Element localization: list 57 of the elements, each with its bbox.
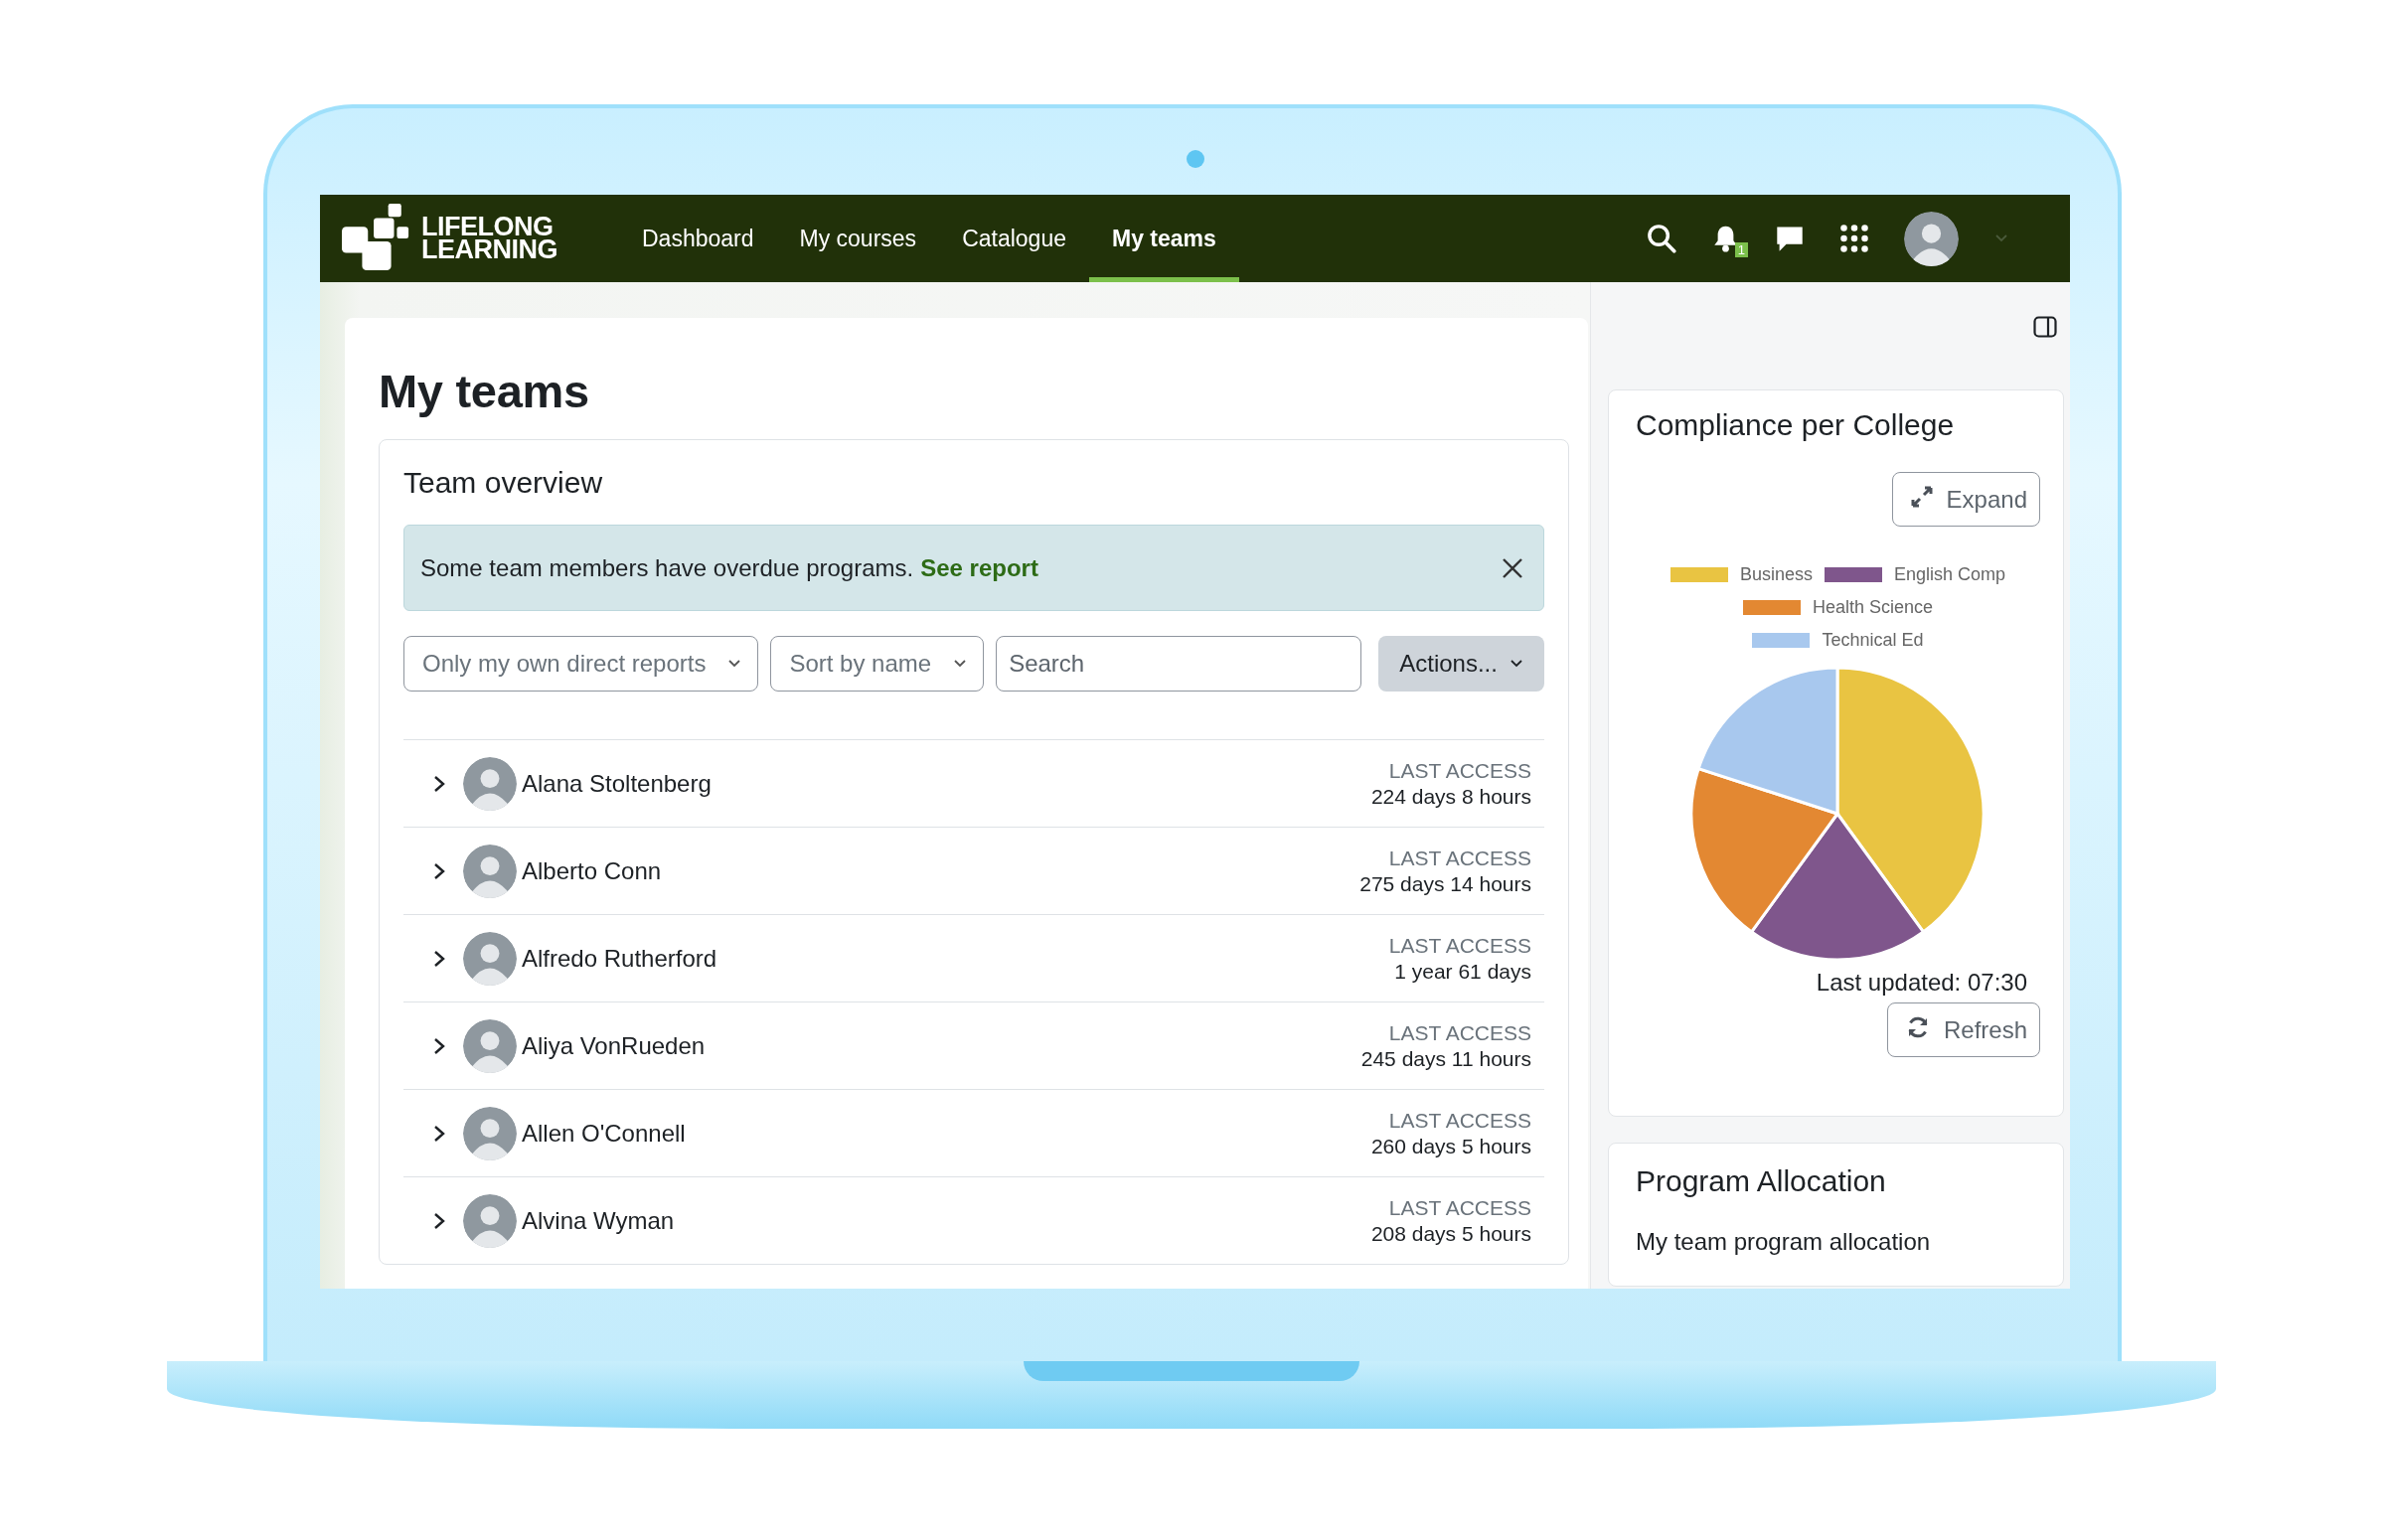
nav-tab[interactable]: Catalogue [939, 195, 1089, 282]
avatar [463, 931, 517, 986]
apps-grid-icon[interactable] [1840, 225, 1868, 252]
legend-label: English Comp [1894, 564, 2006, 585]
last-access-value: 260 days 5 hours [1370, 1134, 1531, 1158]
avatar [463, 1018, 517, 1073]
card-title: Team overview [403, 465, 604, 501]
expand-button[interactable]: Expand [1891, 472, 2040, 527]
last-access-label: LAST ACCESS [1388, 1108, 1531, 1133]
search-icon[interactable] [1647, 224, 1676, 253]
last-access-value: 208 days 5 hours [1370, 1221, 1531, 1246]
avatar [463, 1106, 517, 1160]
chat-icon[interactable] [1775, 224, 1805, 253]
last-access-value: 224 days 8 hours [1370, 784, 1531, 809]
last-updated-text: Last updated: 07:30 [1816, 969, 2027, 997]
camera-dot [1187, 150, 1204, 168]
card-subtitle: My team program allocation [1636, 1228, 1932, 1256]
nav-tab[interactable]: Dashboard [619, 195, 777, 282]
report-link[interactable]: See report [920, 553, 1038, 582]
chevron-down-icon [1509, 659, 1523, 669]
page-title: My teams [379, 364, 590, 418]
legend-label: Health Science [1812, 597, 1934, 618]
last-access-label: LAST ACCESS [1388, 846, 1531, 870]
avatar [463, 844, 517, 898]
legend-label: Technical Ed [1822, 630, 1924, 651]
brand-name: LIFELONG LEARNING [421, 216, 557, 261]
actions-dropdown[interactable]: Actions... [1378, 636, 1544, 692]
last-access-label: LAST ACCESS [1388, 1020, 1531, 1045]
filter-dropdown[interactable]: Sort by name [770, 636, 985, 692]
logo-icon [342, 204, 411, 273]
nav-tab[interactable]: My courses [776, 195, 940, 282]
member-name[interactable]: Aliya VonRueden [522, 1031, 706, 1060]
member-name[interactable]: Alfredo Rutherford [522, 944, 717, 973]
filter-dropdown[interactable]: Only my own direct reports [403, 636, 759, 692]
legend-label: Business [1739, 564, 1813, 585]
drawer-toggle-icon[interactable] [2033, 316, 2057, 338]
search-field[interactable]: Search [996, 636, 1362, 692]
avatar [463, 756, 517, 811]
card-title: Compliance per College [1636, 408, 1956, 442]
last-access-value: 245 days 11 hours [1360, 1046, 1531, 1071]
notification-badge: 1 [1734, 242, 1748, 257]
last-access-value: 1 year 61 days [1394, 959, 1531, 984]
member-name[interactable]: Alberto Conn [522, 856, 662, 885]
member-name[interactable]: Alvina Wyman [522, 1206, 675, 1235]
last-access-label: LAST ACCESS [1388, 933, 1531, 958]
card-title: Program Allocation [1636, 1164, 1887, 1198]
member-name[interactable]: Alana Stoltenberg [522, 769, 712, 798]
alert-message: Some team members have overdue programs. [420, 553, 914, 582]
avatar [463, 1193, 517, 1248]
member-name[interactable]: Allen O'Connell [522, 1119, 686, 1148]
avatar [1904, 211, 1959, 266]
last-access-label: LAST ACCESS [1388, 1195, 1531, 1220]
refresh-button[interactable]: Refresh [1886, 1002, 2040, 1057]
chevron-down-icon [727, 659, 742, 669]
last-access-label: LAST ACCESS [1388, 758, 1531, 783]
chevron-down-icon [953, 659, 968, 669]
last-access-value: 275 days 14 hours [1359, 871, 1531, 896]
